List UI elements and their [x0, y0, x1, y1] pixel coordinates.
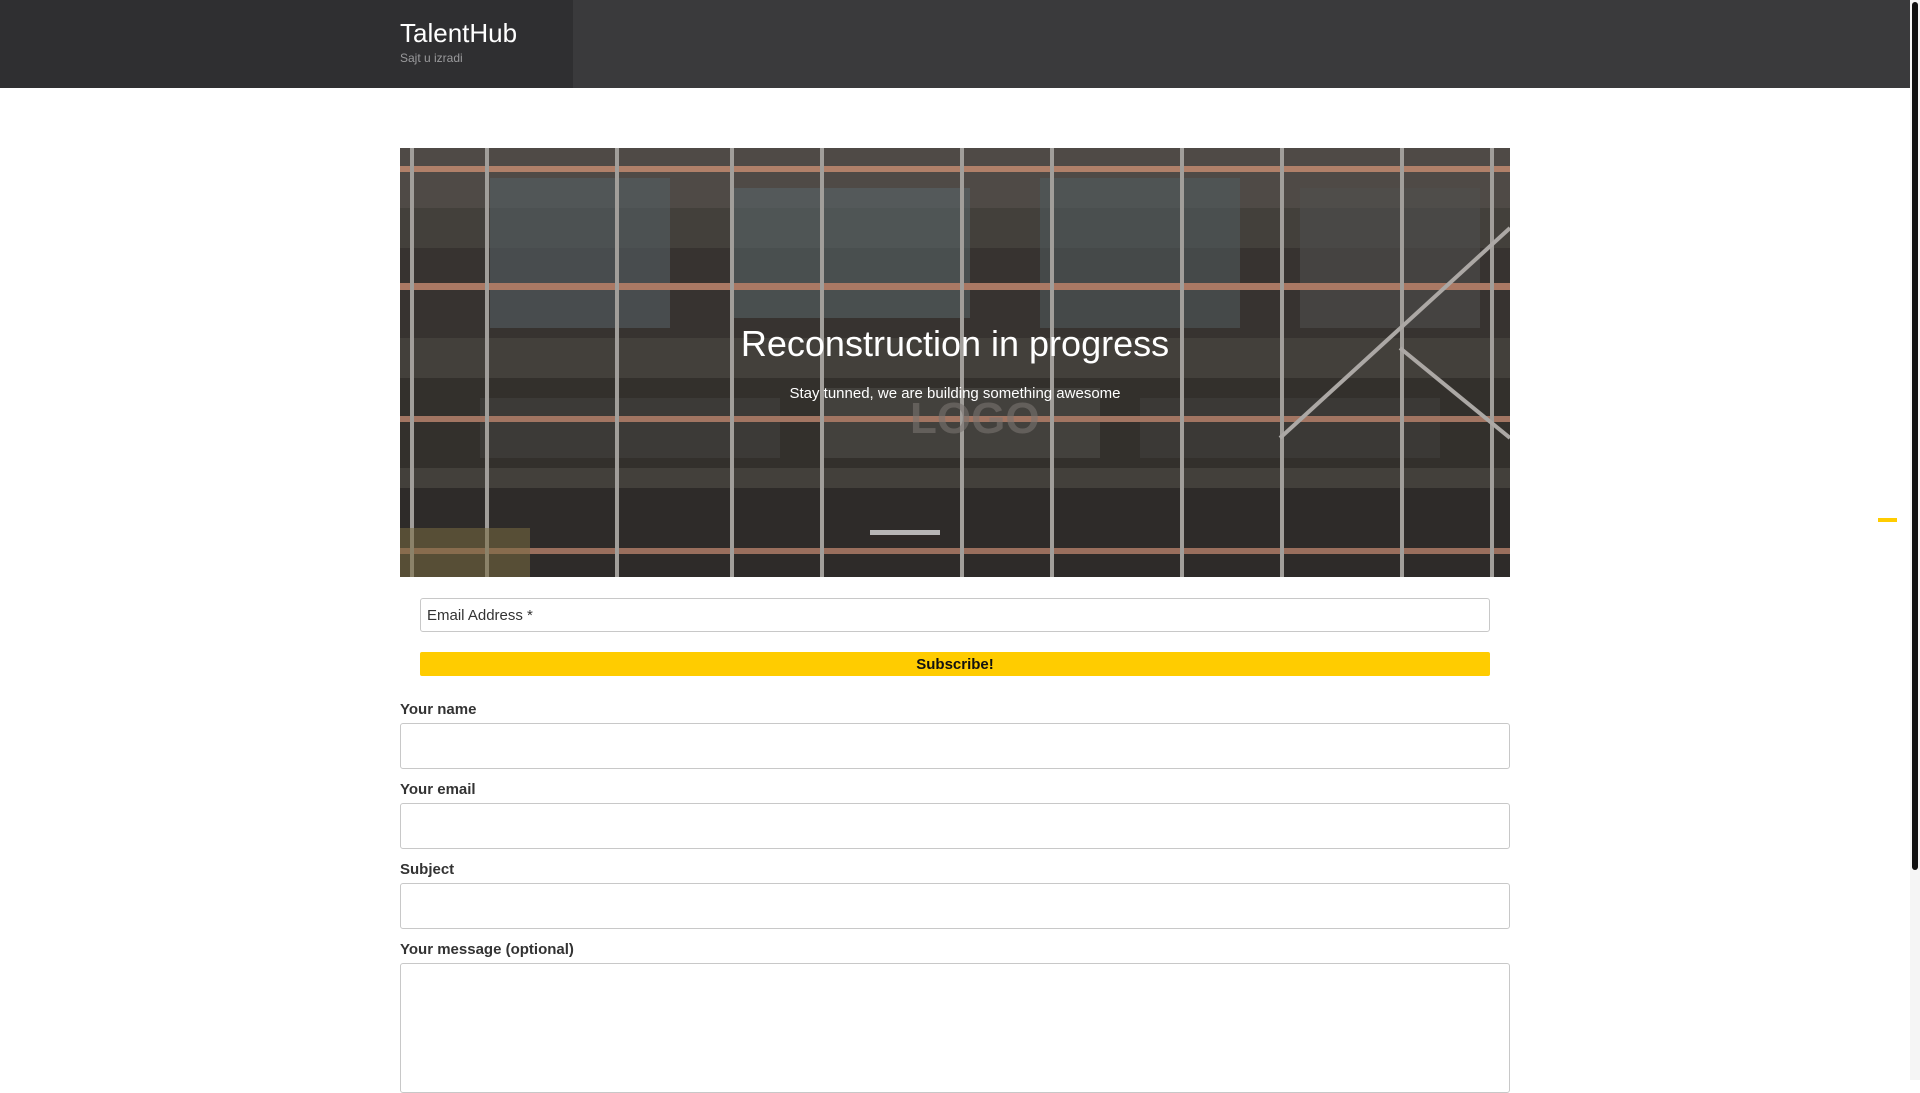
scrollbar-thumb[interactable] — [1912, 2, 1918, 870]
site-header — [0, 0, 1910, 88]
side-indicator — [1878, 518, 1897, 522]
email-label: Your email — [400, 781, 476, 798]
hero-title: Reconstruction in progress — [740, 323, 1170, 364]
site-tagline: Sajt u izradi — [400, 51, 463, 65]
message-label: Your message (optional) — [400, 941, 574, 958]
hero-banner: LOGO Reconstruction in progress Stay tun… — [400, 148, 1510, 577]
subscribe-email-input[interactable] — [420, 598, 1490, 632]
name-label: Your name — [400, 701, 477, 718]
subscribe-button[interactable]: Subscribe! — [420, 652, 1490, 676]
subject-label: Subject — [400, 861, 455, 878]
site-title-link[interactable]: TalentHub — [400, 18, 517, 49]
hero-subtitle: Stay tunned, we are building something a… — [789, 385, 1121, 402]
message-textarea[interactable] — [400, 963, 1510, 1093]
subject-input[interactable] — [400, 883, 1510, 929]
name-input[interactable] — [400, 723, 1510, 769]
email-input[interactable] — [400, 803, 1510, 849]
